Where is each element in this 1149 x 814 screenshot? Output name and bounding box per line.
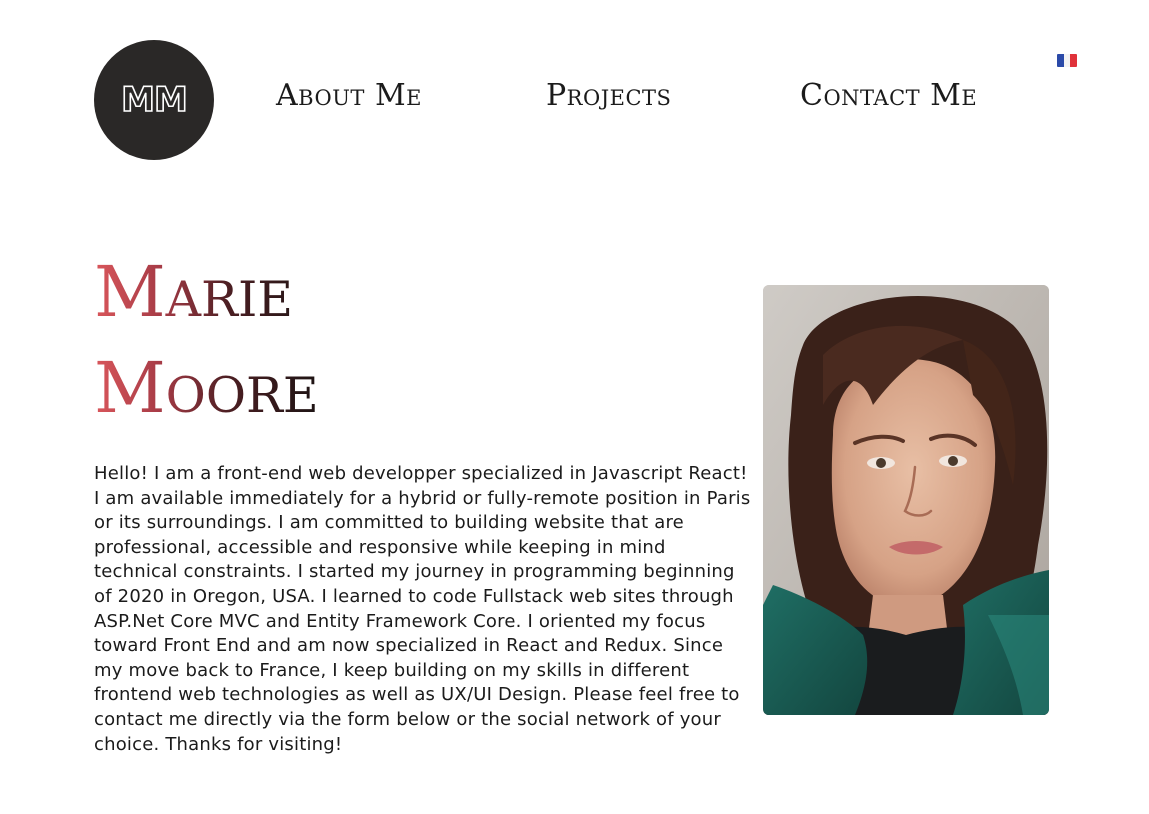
nav-projects[interactable]: Projects [546, 78, 671, 113]
hero-last-name: Moore [94, 347, 319, 429]
france-flag-icon[interactable] [1057, 54, 1077, 67]
hero-first-name: Marie [94, 251, 294, 333]
portrait-illustration [763, 285, 1049, 715]
hero-bio: Hello! I am a front-end web developper s… [94, 463, 751, 755]
hero-name: Marie Moore [94, 244, 319, 436]
nav-about-me[interactable]: About Me [276, 78, 422, 113]
flag-stripe-white [1063, 54, 1071, 67]
flag-stripe-blue [1057, 54, 1064, 67]
main-nav: About Me Projects Contact Me [0, 78, 1149, 122]
profile-photo [763, 285, 1049, 715]
flag-stripe-red [1070, 54, 1077, 67]
nav-contact-me[interactable]: Contact Me [800, 78, 977, 113]
